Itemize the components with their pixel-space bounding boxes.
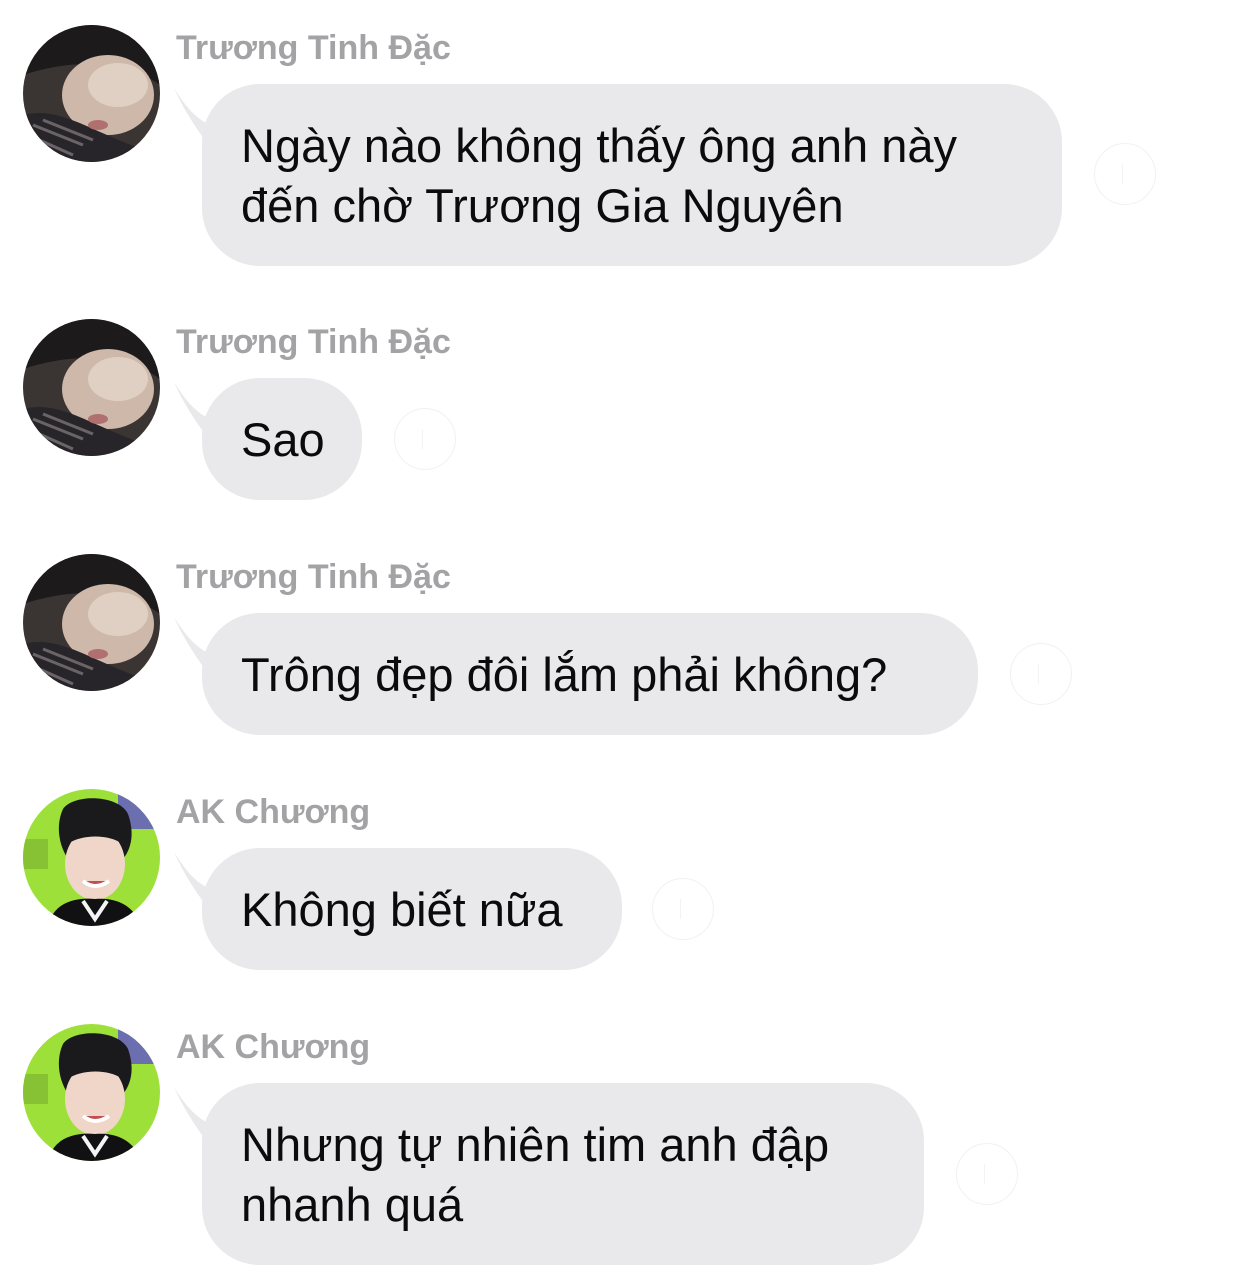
avatar-photo-green (23, 1024, 160, 1161)
sender-name: Trương Tinh Đặc (176, 29, 451, 67)
message-line: nhanh quá (241, 1178, 464, 1231)
react-button[interactable] (956, 1143, 1018, 1205)
react-button[interactable] (1010, 643, 1072, 705)
message-line: Không biết nữa (241, 883, 563, 936)
sender-name: Trương Tinh Đặc (176, 558, 451, 596)
react-button[interactable] (1094, 143, 1156, 205)
message-line: Nhưng tự nhiên tim anh đập (241, 1118, 830, 1171)
avatar-photo-green (23, 789, 160, 926)
message-bubble[interactable]: Nhưng tự nhiên tim anh đập nhanh quá (202, 1083, 924, 1265)
message-line: Trông đẹp đôi lắm phải không? (241, 648, 888, 701)
avatar-photo-dark (23, 25, 160, 162)
avatar-photo-dark (23, 319, 160, 456)
react-button[interactable] (394, 408, 456, 470)
message-line: đến chờ Trương Gia Nguyên (241, 179, 844, 232)
message-bubble[interactable]: Trông đẹp đôi lắm phải không? (202, 613, 978, 735)
sender-name: AK Chương (176, 1028, 371, 1066)
avatar[interactable] (23, 319, 160, 456)
avatar-photo-dark (23, 554, 160, 691)
message-line: Ngày nào không thấy ông anh này (241, 119, 957, 172)
message-bubble[interactable]: Ngày nào không thấy ông anh này đến chờ … (202, 84, 1062, 266)
avatar[interactable] (23, 554, 160, 691)
sender-name: Trương Tinh Đặc (176, 323, 451, 361)
react-button[interactable] (652, 878, 714, 940)
avatar[interactable] (23, 25, 160, 162)
sender-name: AK Chương (176, 793, 371, 831)
avatar[interactable] (23, 789, 160, 926)
message-bubble[interactable]: Sao (202, 378, 362, 500)
message-bubble[interactable]: Không biết nữa (202, 848, 622, 970)
avatar[interactable] (23, 1024, 160, 1161)
message-line: Sao (241, 413, 325, 466)
